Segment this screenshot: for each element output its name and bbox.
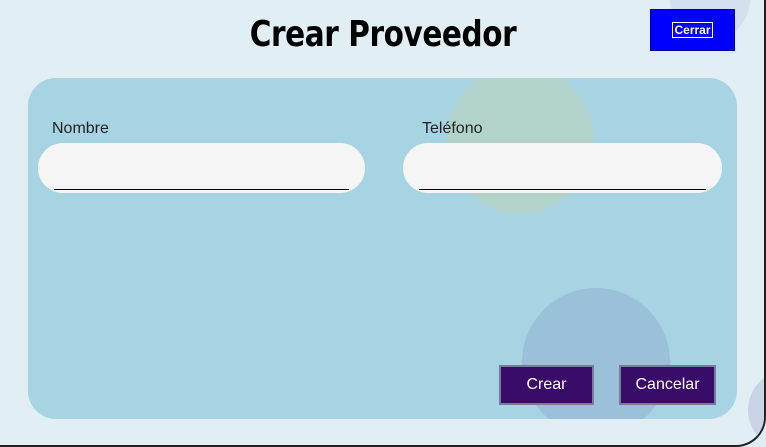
phone-field-container	[403, 143, 722, 193]
name-label: Nombre	[52, 120, 109, 137]
close-button[interactable]: Cerrar	[650, 9, 735, 51]
phone-label: Teléfono	[422, 120, 483, 137]
create-supplier-dialog: Crear Proveedor Cerrar Nombre Teléfono C…	[0, 0, 766, 447]
create-button[interactable]: Crear	[499, 365, 594, 405]
form-panel: Nombre Teléfono Crear Cancelar	[28, 78, 737, 419]
cancel-button[interactable]: Cancelar	[619, 365, 716, 405]
name-input[interactable]	[54, 151, 349, 190]
phone-input[interactable]	[419, 151, 706, 190]
dialog-title: Crear Proveedor	[249, 14, 517, 55]
name-field-container	[38, 143, 365, 193]
decorative-circle	[748, 370, 764, 445]
close-button-label: Cerrar	[672, 22, 713, 38]
